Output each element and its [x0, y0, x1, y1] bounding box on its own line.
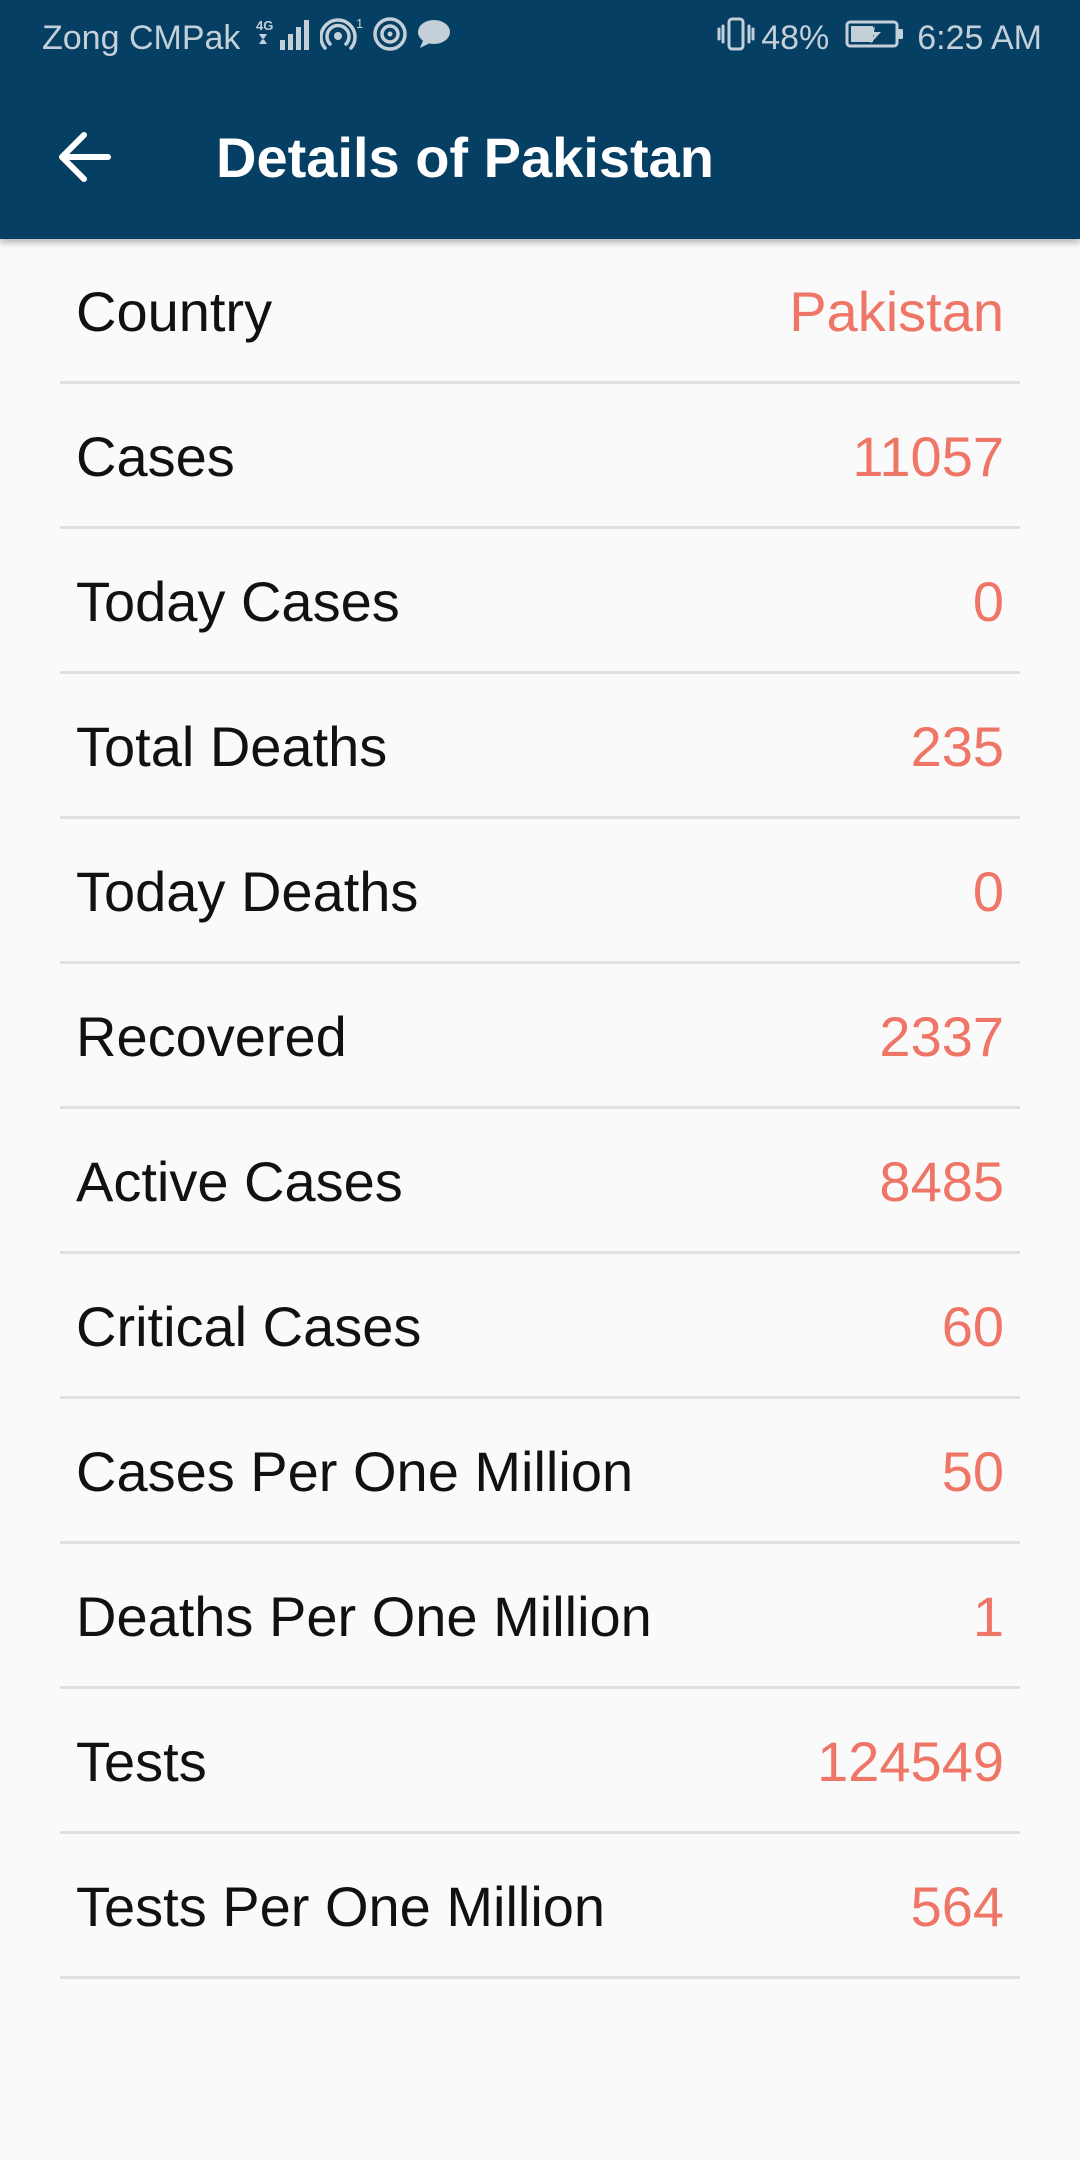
- detail-value: 564: [910, 1875, 1004, 1938]
- detail-value: 0: [972, 570, 1004, 633]
- message-icon: [414, 16, 452, 61]
- network-type: 4G: [256, 18, 273, 33]
- detail-row-cases-per-million: Cases Per One Million 50: [60, 1399, 1020, 1544]
- detail-row-cases: Cases 11057: [60, 384, 1020, 529]
- battery-percentage: 48%: [761, 18, 830, 57]
- details-list: Country Pakistan Cases 11057 Today Cases…: [60, 239, 1020, 1979]
- status-left: Zong CMPak 4G 1: [42, 16, 452, 61]
- detail-label: Tests Per One Million: [76, 1875, 606, 1938]
- detail-label: Total Deaths: [76, 715, 388, 778]
- detail-label: Tests: [76, 1730, 207, 1793]
- detail-row-today-deaths: Today Deaths 0: [60, 819, 1020, 964]
- detail-value: 124549: [817, 1730, 1004, 1793]
- nfc-icon: [372, 16, 408, 61]
- detail-label: Today Deaths: [76, 860, 419, 923]
- detail-row-tests-per-million: Tests Per One Million 564: [60, 1834, 1020, 1979]
- detail-row-active-cases: Active Cases 8485: [60, 1109, 1020, 1254]
- detail-row-deaths-per-million: Deaths Per One Million 1: [60, 1544, 1020, 1689]
- status-bar: Zong CMPak 4G 1 48% 6:25 AM: [0, 0, 1080, 75]
- detail-row-recovered: Recovered 2337: [60, 964, 1020, 1109]
- detail-value: 11057: [852, 425, 1004, 488]
- detail-row-total-deaths: Total Deaths 235: [60, 674, 1020, 819]
- detail-label: Active Cases: [76, 1150, 403, 1213]
- detail-label: Country: [76, 280, 273, 343]
- detail-row-today-cases: Today Cases 0: [60, 529, 1020, 674]
- app-bar: Details of Pakistan: [0, 75, 1080, 239]
- back-button[interactable]: [44, 119, 124, 199]
- page-title: Details of Pakistan: [216, 126, 714, 189]
- detail-label: Recovered: [76, 1005, 347, 1068]
- detail-value: 50: [941, 1440, 1004, 1503]
- detail-row-country: Country Pakistan: [60, 239, 1020, 384]
- detail-label: Critical Cases: [76, 1295, 422, 1358]
- signal-icon: 4G: [256, 16, 314, 61]
- carrier-name: Zong CMPak: [42, 18, 241, 57]
- svg-text:1: 1: [356, 16, 363, 31]
- detail-label: Deaths Per One Million: [76, 1585, 652, 1648]
- detail-label: Today Cases: [76, 570, 400, 633]
- arrow-left-icon: [56, 131, 112, 188]
- detail-value: 0: [972, 860, 1004, 923]
- detail-value: 60: [941, 1295, 1004, 1358]
- detail-value: 235: [910, 715, 1004, 778]
- detail-row-critical-cases: Critical Cases 60: [60, 1254, 1020, 1399]
- clock: 6:25 AM: [917, 18, 1042, 57]
- vibrate-icon: [717, 16, 755, 61]
- detail-value: 8485: [879, 1150, 1004, 1213]
- detail-value: 2337: [879, 1005, 1004, 1068]
- detail-value: Pakistan: [789, 280, 1004, 343]
- battery-charging-icon: [845, 16, 905, 61]
- detail-value: 1: [972, 1585, 1004, 1648]
- detail-label: Cases Per One Million: [76, 1440, 634, 1503]
- detail-row-tests: Tests 124549: [60, 1689, 1020, 1834]
- status-right: 48% 6:25 AM: [711, 16, 1042, 61]
- detail-label: Cases: [76, 425, 235, 488]
- hotspot-icon: 1: [319, 16, 366, 61]
